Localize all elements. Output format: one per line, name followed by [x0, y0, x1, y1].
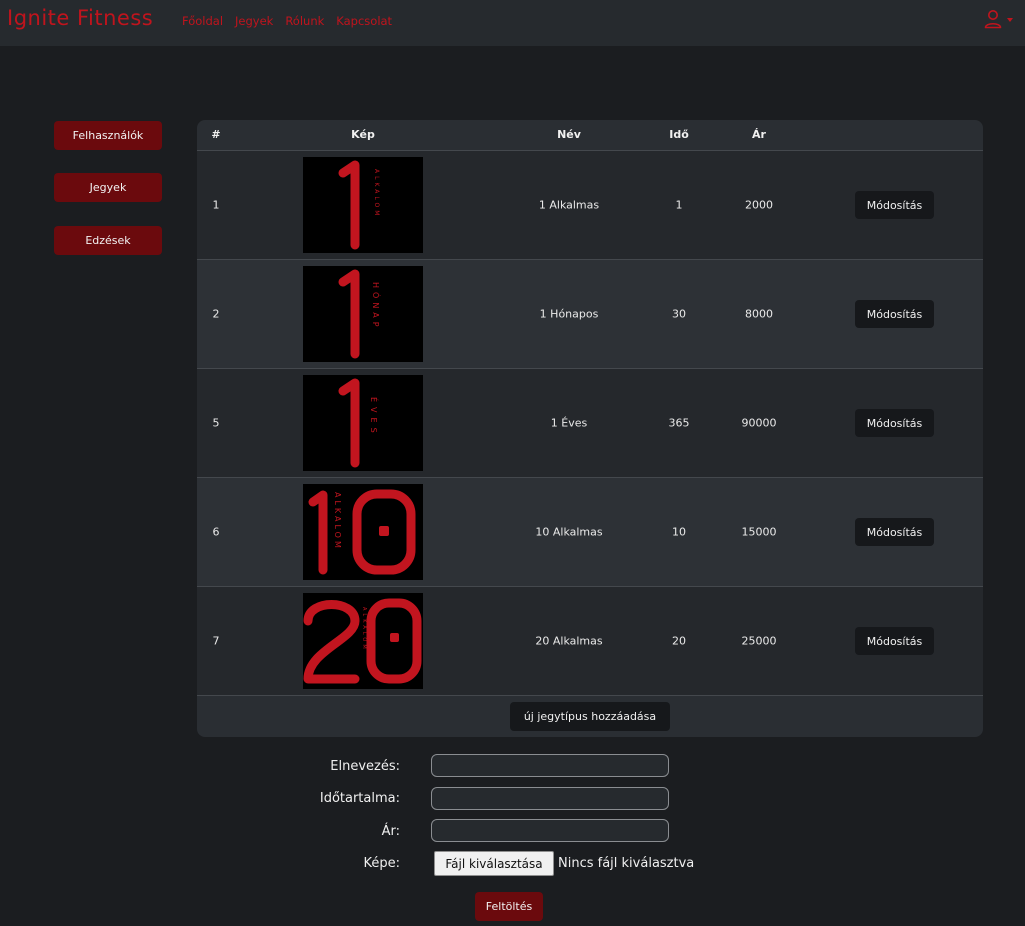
- ticket-image-label: ÉVES: [369, 397, 380, 438]
- caret-down-icon: [1007, 18, 1013, 22]
- image-label: Képe:: [363, 856, 400, 871]
- ticket-name: 20 Alkalmas: [535, 634, 603, 648]
- ticket-price: 25000: [741, 634, 777, 648]
- ticket-image-label: ALKALOM: [333, 492, 342, 551]
- duration-input[interactable]: [431, 787, 669, 810]
- duration-label: Időtartalma:: [319, 791, 400, 806]
- nav-links: Főoldal Jegyek Rólunk Kapcsolat: [182, 14, 392, 28]
- add-ticket-type-button[interactable]: új jegytípus hozzáadása: [510, 702, 670, 731]
- ticket-image-label: ALKALOM: [373, 169, 380, 218]
- ticket-price: 90000: [741, 416, 777, 430]
- navbar: Ignite Fitness Főoldal Jegyek Rólunk Kap…: [0, 0, 1025, 46]
- nav-link-home[interactable]: Főoldal: [182, 14, 223, 28]
- table-row: 2 HÓNAP 1 Hónapos 30 8000 Módosítás: [197, 260, 983, 369]
- edit-button[interactable]: Módosítás: [855, 191, 934, 219]
- ticket-price: 15000: [741, 525, 777, 539]
- table-row: 1 ALKALOM 1 Alkalmas 1 2000 Módosítás: [197, 151, 983, 260]
- ticket-image: ALKALOM: [303, 157, 423, 253]
- header-duration: Idő: [669, 128, 689, 141]
- sidebar-item-users[interactable]: Felhasználók: [54, 121, 162, 150]
- ticket-duration: 10: [672, 525, 686, 539]
- table-row: 7 ALKALOM 20 Alkalmas 20 25000 Módosítás: [197, 587, 983, 696]
- table-row: 6 ALKALOM 10 Alkalmas 10 15000 Módosítás: [197, 478, 983, 587]
- ticket-image-label: HÓNAP: [371, 282, 382, 331]
- sidebar-item-tickets[interactable]: Jegyek: [54, 173, 162, 202]
- sidebar-item-workouts[interactable]: Edzések: [54, 226, 162, 255]
- row-index: 2: [212, 307, 220, 321]
- user-icon: [984, 10, 1002, 29]
- file-status: Nincs fájl kiválasztva: [558, 856, 695, 871]
- ticket-image: ÉVES: [303, 375, 423, 471]
- header-price: Ár: [752, 128, 766, 141]
- ticket-name: 1 Hónapos: [539, 307, 599, 321]
- ticket-name: 1 Alkalmas: [538, 198, 600, 212]
- ticket-image: ALKALOM: [303, 593, 423, 689]
- name-input[interactable]: [431, 754, 669, 777]
- ticket-name: 10 Alkalmas: [535, 525, 603, 539]
- ticket-image: HÓNAP: [303, 266, 423, 362]
- edit-button[interactable]: Módosítás: [855, 300, 934, 328]
- ticket-table: # Kép Név Idő Ár 1 ALKALOM 1 Alkalmas 1 …: [197, 120, 983, 737]
- row-index: 6: [212, 525, 220, 539]
- ticket-price: 2000: [745, 198, 773, 212]
- ticket-price: 8000: [745, 307, 773, 321]
- edit-button[interactable]: Módosítás: [855, 627, 934, 655]
- price-input[interactable]: [431, 819, 669, 842]
- ticket-duration: 365: [668, 416, 690, 430]
- header-index: #: [211, 128, 221, 141]
- name-label: Elnevezés:: [330, 759, 400, 774]
- table-footer: új jegytípus hozzáadása: [197, 696, 983, 737]
- edit-button[interactable]: Módosítás: [855, 409, 934, 437]
- upload-button[interactable]: Feltöltés: [475, 892, 543, 921]
- ticket-name: 1 Éves: [550, 416, 588, 430]
- ticket-duration: 20: [672, 634, 686, 648]
- row-index: 5: [212, 416, 220, 430]
- ticket-duration: 30: [672, 307, 686, 321]
- table-row: 5 ÉVES 1 Éves 365 90000 Módosítás: [197, 369, 983, 478]
- table-header: # Kép Név Idő Ár: [197, 120, 983, 151]
- ticket-image: ALKALOM: [303, 484, 423, 580]
- header-name: Név: [557, 128, 581, 141]
- user-menu[interactable]: [983, 9, 1013, 29]
- nav-link-contact[interactable]: Kapcsolat: [336, 14, 392, 28]
- ticket-image-label: ALKALOM: [361, 607, 367, 652]
- edit-button[interactable]: Módosítás: [855, 518, 934, 546]
- row-index: 1: [212, 198, 220, 212]
- header-image: Kép: [351, 128, 375, 141]
- ticket-duration: 1: [675, 198, 683, 212]
- row-index: 7: [212, 634, 220, 648]
- file-choose-button[interactable]: Fájl kiválasztása: [434, 851, 554, 876]
- brand-logo[interactable]: Ignite Fitness: [7, 6, 153, 30]
- nav-link-about[interactable]: Rólunk: [285, 14, 324, 28]
- price-label: Ár:: [381, 824, 400, 839]
- nav-link-tickets[interactable]: Jegyek: [235, 14, 273, 28]
